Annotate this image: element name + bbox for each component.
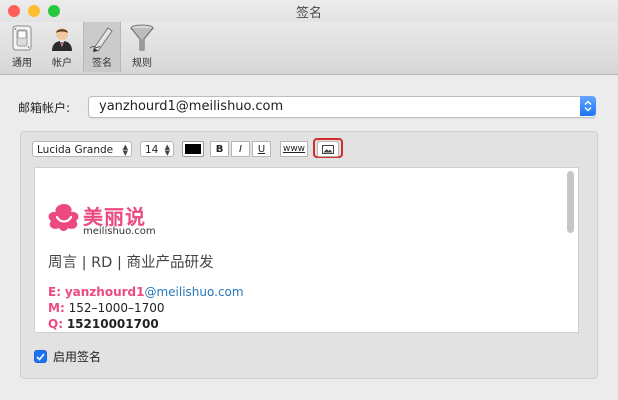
tab-signatures-label: 签名 [92,58,112,69]
stepper-arrows-icon: ▲ ▼ [164,143,170,157]
signature-content-area[interactable]: 美丽说 meilishuo.com 周言 | RD | 商业产品研发 E: ya… [34,167,579,333]
mail-account-label: 邮箱帐户: [18,101,71,115]
tab-general-label: 通用 [12,58,32,69]
signature-email-line: E: yanzhourd1@meilishuo.com [48,285,244,299]
signature-name-line: 周言 | RD | 商业产品研发 [48,255,214,271]
zoom-window-button[interactable] [48,5,60,17]
window-controls [8,5,60,17]
tab-accounts[interactable]: 帐户 [44,22,80,72]
enable-signature-row: 启用签名 [34,348,101,365]
minimize-window-button[interactable] [28,5,40,17]
vertical-scrollbar[interactable] [567,171,574,233]
enable-signature-label: 启用签名 [53,350,102,364]
account-person-icon [48,24,76,52]
underline-button[interactable]: U [252,141,271,157]
mail-account-select[interactable]: yanzhourd1@meilishuo.com [88,96,596,118]
logo-domain-text: meilishuo.com [83,226,156,237]
tab-general[interactable]: 通用 [4,22,40,72]
email-domain: @meilishuo.com [144,285,244,299]
preferences-toolbar: 通用 帐户 签名 规则 [0,22,618,75]
tab-signatures[interactable]: 签名 [83,22,121,72]
email-user: yanzhourd1 [64,285,145,299]
close-window-button[interactable] [8,5,20,17]
insert-link-button[interactable]: www [280,141,308,157]
mobile-value: 152–1000–1700 [68,301,165,315]
meilishuo-logo-icon [48,204,79,231]
text-color-swatch [185,144,201,154]
chevron-updown-icon [580,96,596,116]
mobile-key: M: [48,301,65,315]
image-icon [322,144,334,154]
bold-button[interactable]: B [210,141,229,157]
signature-qq-line: Q: 15210001700 [48,317,159,331]
email-key: E: [48,285,61,299]
image-button-highlight [313,138,343,158]
insert-image-button[interactable] [317,141,339,157]
enable-signature-checkbox[interactable] [34,350,47,363]
title-bar: 签名 [0,0,618,22]
window-title: 签名 [295,5,322,21]
signature-mobile-line: M: 152–1000–1700 [48,301,165,315]
signature-pen-icon [88,24,116,52]
font-size-value: 14 [145,144,159,156]
tab-rules[interactable]: 规则 [124,22,160,72]
qq-value: 15210001700 [66,317,159,331]
signature-preferences-window: 签名 通用 帐户 签名 规则 邮箱帐户: yanzhourd1@meilishu… [0,0,618,400]
text-color-well[interactable] [182,141,204,157]
stepper-arrows-icon: ▲ ▼ [122,143,128,157]
tab-rules-label: 规则 [132,58,152,69]
tab-accounts-label: 帐户 [52,58,72,69]
italic-button[interactable]: I [231,141,250,157]
font-family-value: Lucida Grande [37,144,114,156]
qq-key: Q: [48,317,63,331]
mail-account-value: yanzhourd1@meilishuo.com [99,99,284,114]
font-family-select[interactable]: Lucida Grande ▲ ▼ [32,141,132,157]
general-switch-icon [8,24,36,52]
checkmark-icon [36,352,45,361]
rules-funnel-icon [128,24,156,52]
font-size-select[interactable]: 14 ▲ ▼ [140,141,174,157]
